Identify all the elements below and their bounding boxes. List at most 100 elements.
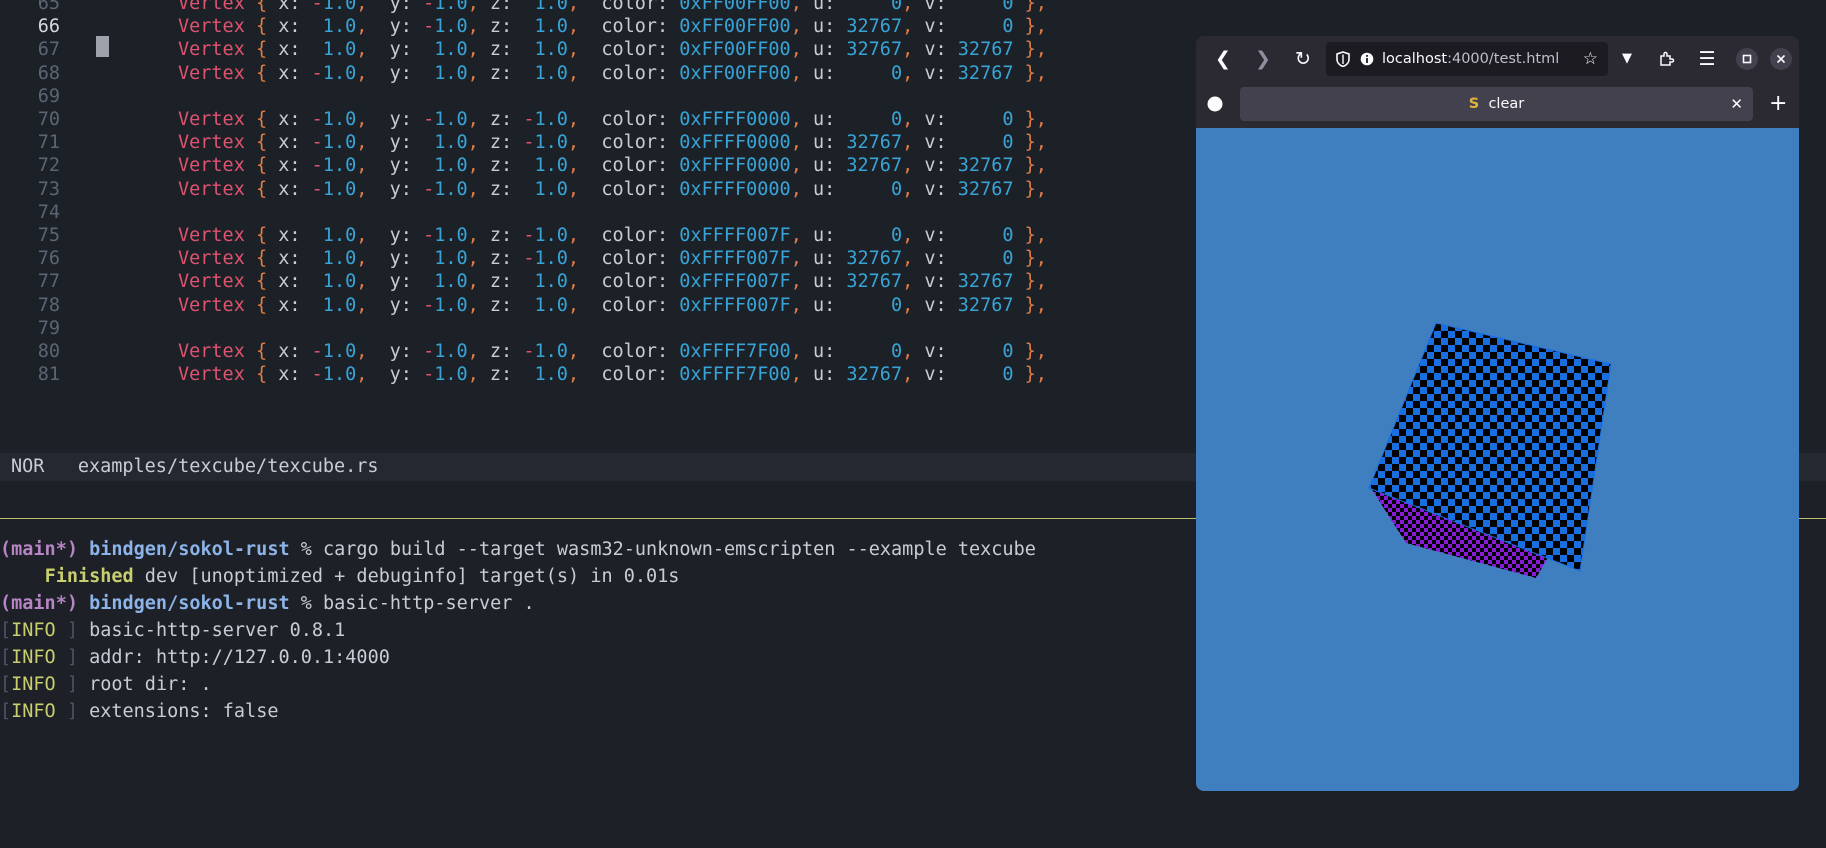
comma: , [356, 225, 368, 246]
number: 32767 [957, 39, 1014, 61]
number: -1.0 [423, 16, 468, 38]
tab-close-icon[interactable]: ✕ [1730, 87, 1743, 121]
comma: , [356, 16, 368, 38]
chevron-down-icon[interactable]: ▼ [1612, 44, 1642, 74]
arrow-left-icon[interactable]: ❮ [1208, 44, 1238, 74]
field-z: z: [489, 0, 513, 14]
bracket: ] [55, 701, 78, 722]
comma: , [567, 62, 580, 84]
number: 1.0 [523, 294, 568, 316]
field-y: y: [389, 178, 412, 200]
vertex-keyword: Vertex [178, 271, 245, 293]
number: -1.0 [311, 109, 357, 130]
comma: , [902, 132, 914, 154]
comma: , [902, 364, 914, 386]
number: -1.0 [523, 341, 568, 362]
comma: , [902, 178, 914, 200]
field-u: u: [812, 16, 836, 38]
number: 1.0 [523, 271, 568, 293]
number: 1.0 [423, 39, 468, 61]
comma: , [902, 271, 914, 293]
number: 1.0 [311, 225, 357, 246]
field-x: x: [278, 132, 301, 154]
hex-literal: 0xFFFF0000 [679, 132, 791, 154]
url-text[interactable]: localhost:4000/test.html [1382, 42, 1559, 76]
comma: , [1035, 248, 1047, 270]
sokol-favicon-icon: S [1468, 96, 1480, 112]
comma: , [356, 39, 368, 61]
close-icon[interactable] [1766, 44, 1796, 74]
comma: , [467, 62, 479, 84]
field-u: u: [812, 0, 836, 14]
restore-window-icon[interactable] [1732, 44, 1762, 74]
comma: , [567, 39, 580, 61]
cwd-path: bindgen/sokol-rust [89, 593, 290, 614]
hex-literal: 0xFF00FF00 [679, 62, 791, 84]
comma: , [1035, 225, 1047, 246]
brace: { [255, 341, 268, 362]
brace: { [255, 178, 268, 200]
field-y: y: [389, 294, 412, 316]
field-y: y: [389, 364, 412, 386]
file-path: examples/texcube/texcube.rs [77, 456, 379, 477]
number: -1.0 [311, 155, 357, 177]
comma: , [790, 178, 802, 200]
brace: { [255, 294, 268, 316]
number: 32767 [957, 178, 1014, 200]
brace: } [1024, 62, 1036, 84]
number: 0 [846, 62, 903, 84]
comma: , [902, 341, 914, 362]
cwd-path: bindgen/sokol-rust [89, 539, 290, 560]
info-icon[interactable] [1360, 52, 1374, 66]
comma: , [567, 248, 580, 270]
comma: , [467, 109, 479, 130]
comma: , [790, 364, 802, 386]
comma: , [902, 294, 914, 316]
tab-active[interactable]: S clear ✕ [1240, 87, 1753, 121]
field-u: u: [812, 39, 836, 61]
shield-icon[interactable] [1336, 51, 1350, 67]
comma: , [467, 155, 479, 177]
privacy-icon[interactable] [1206, 95, 1224, 113]
vertex-keyword: Vertex [178, 341, 245, 362]
puzzle-icon[interactable] [1652, 44, 1682, 74]
url-bar[interactable]: localhost:4000/test.html ☆ [1326, 42, 1608, 76]
number: 1.0 [523, 39, 568, 61]
terminal-line: (main*) bindgen/sokol-rust % cargo build… [0, 536, 1200, 563]
comma: , [902, 248, 914, 270]
bracket: [ [0, 620, 12, 641]
field-y: y: [389, 132, 412, 154]
comma: , [467, 271, 479, 293]
tab-bar: S clear ✕ + [1196, 84, 1799, 126]
number: 0 [957, 341, 1014, 362]
star-icon[interactable]: ☆ [1583, 42, 1598, 76]
field-x: x: [278, 364, 301, 386]
reload-icon[interactable]: ↻ [1288, 44, 1318, 74]
number: 0 [957, 248, 1014, 270]
field-u: u: [812, 132, 836, 154]
brace: { [255, 271, 268, 293]
field-color: color: [601, 132, 669, 154]
comma: , [902, 39, 914, 61]
arrow-right-icon[interactable]: ❯ [1248, 44, 1278, 74]
log-level: INFO [11, 674, 56, 695]
number: -1.0 [523, 225, 568, 246]
webgl-canvas[interactable] [1196, 128, 1799, 791]
comma: , [356, 248, 368, 270]
number: 1.0 [423, 62, 468, 84]
field-x: x: [278, 0, 301, 14]
hamburger-menu-icon[interactable]: ☰ [1692, 44, 1722, 74]
comma: , [1035, 341, 1047, 362]
comma: , [1035, 132, 1047, 154]
comma: , [467, 341, 479, 362]
brace: } [1024, 155, 1036, 177]
field-y: y: [389, 225, 412, 246]
number: -1.0 [311, 341, 357, 362]
new-tab-plus-icon[interactable]: + [1769, 87, 1787, 121]
number: 32767 [846, 16, 903, 38]
field-v: v: [924, 225, 947, 246]
log-message: extensions: false [77, 701, 279, 722]
field-z: z: [489, 248, 513, 270]
comma: , [356, 178, 368, 200]
terminal[interactable]: (main*) bindgen/sokol-rust % cargo build… [0, 536, 1200, 725]
